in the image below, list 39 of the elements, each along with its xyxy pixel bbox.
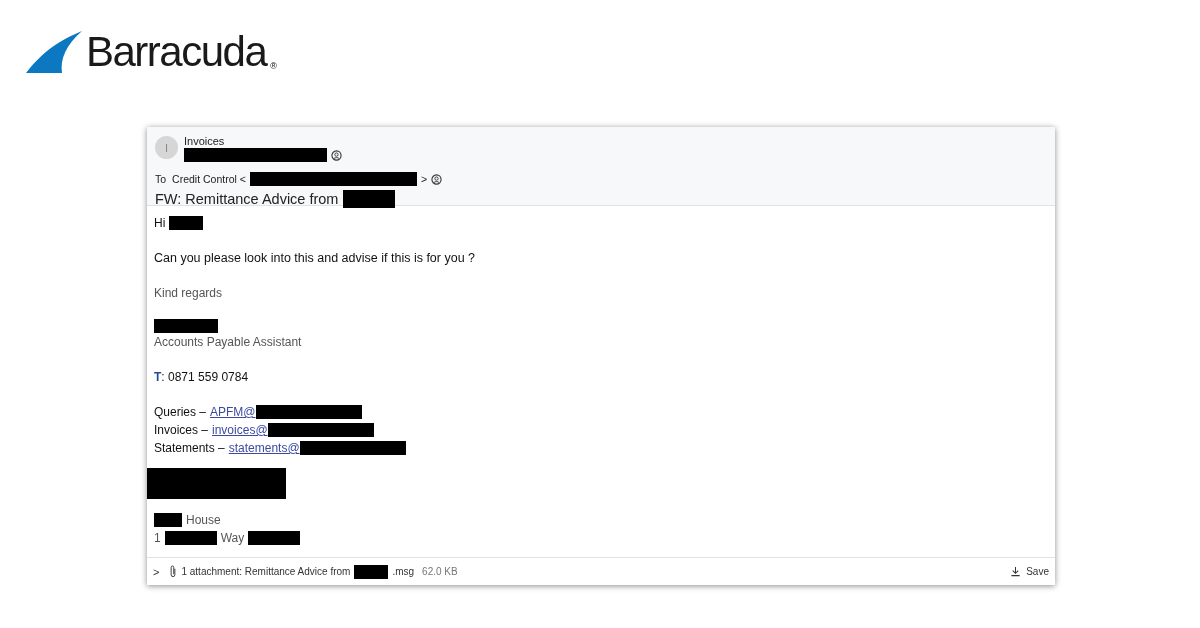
registered-mark: ® — [270, 61, 277, 71]
save-button[interactable]: Save — [1008, 564, 1051, 579]
email-link[interactable]: APFM@ — [210, 403, 256, 421]
recipient-bracket: > — [420, 173, 428, 185]
body-text: House — [186, 512, 221, 529]
body-text: Can you please look into this and advise if this is for you ? — [154, 250, 475, 267]
body-text: Statements – — [154, 440, 225, 457]
brand-name: Barracuda — [86, 31, 267, 73]
body-text: : 0871 559 0784 — [161, 369, 249, 386]
redaction-bar — [154, 319, 218, 333]
email-link[interactable]: invoices@ — [212, 421, 268, 439]
paperclip-icon — [169, 565, 178, 578]
body-text: Way — [220, 530, 245, 547]
file-size: 62.0 KB — [422, 566, 458, 577]
body-text: Invoices – — [154, 422, 209, 439]
sender-avatar: I — [155, 136, 178, 159]
redaction-bar — [248, 531, 301, 545]
redaction-bar — [164, 531, 217, 545]
body-text: Kind regards — [154, 285, 223, 302]
expand-toggle[interactable]: > — [153, 565, 160, 578]
redaction-bar — [354, 564, 389, 579]
redaction-bar — [343, 190, 396, 208]
email-subject: FW: Remittance Advice from — [155, 191, 339, 207]
redaction-bar — [169, 216, 204, 230]
attachment-label[interactable]: 1 attachment: Remittance Advice from — [181, 566, 351, 577]
attachment-extension: .msg — [392, 566, 415, 577]
download-icon — [1010, 566, 1022, 577]
fin-icon — [26, 31, 82, 73]
contact-icon[interactable] — [431, 173, 443, 185]
body-text: 1 — [154, 530, 161, 547]
to-label: To — [155, 173, 167, 185]
email-link[interactable]: statements@ — [228, 439, 300, 457]
redaction-bar — [154, 513, 182, 527]
contact-icon[interactable] — [331, 149, 342, 161]
recipient-name: Credit Control < — [172, 173, 246, 185]
sender-name: Invoices — [184, 135, 226, 148]
body-text: Hi — [154, 215, 166, 232]
body-text: Accounts Payable Assistant — [154, 334, 302, 351]
body-text: Queries – — [154, 404, 207, 421]
